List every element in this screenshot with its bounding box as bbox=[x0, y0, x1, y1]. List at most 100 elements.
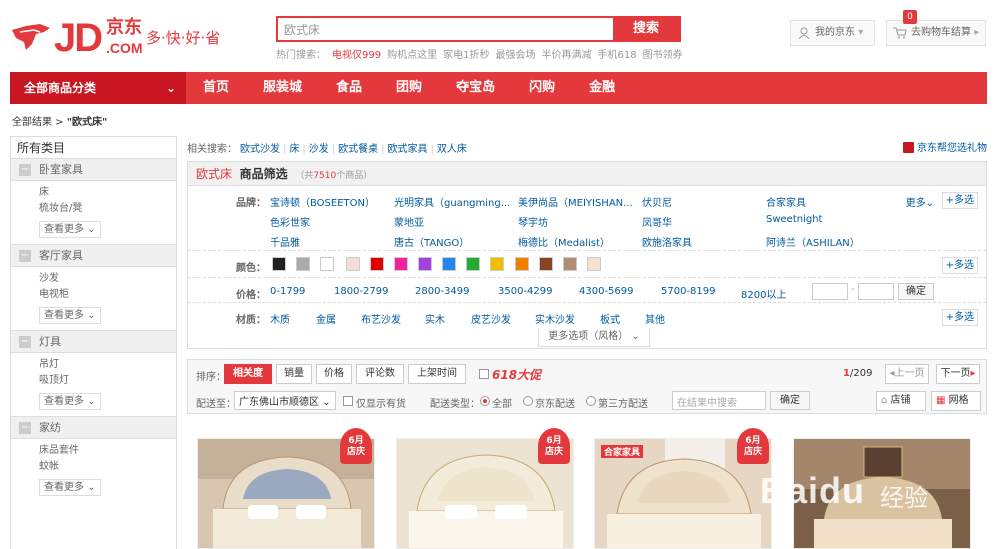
sort-sales[interactable]: 销量 bbox=[276, 364, 312, 384]
material-item[interactable]: 皮艺沙发 bbox=[471, 311, 511, 326]
sidebar-item[interactable]: 吊灯 bbox=[39, 357, 176, 373]
related-link[interactable]: 沙发 bbox=[309, 144, 329, 155]
more-options-button[interactable]: 更多选项（风格） ⌄ bbox=[538, 328, 650, 347]
promo-checkbox[interactable] bbox=[479, 369, 489, 379]
nav-item-auction[interactable]: 夺宝岛 bbox=[439, 72, 512, 104]
color-swatch[interactable] bbox=[466, 257, 480, 271]
color-swatch[interactable] bbox=[296, 257, 310, 271]
sidebar-item[interactable]: 沙发 bbox=[39, 271, 176, 287]
brand-item[interactable]: Sweetnight bbox=[766, 214, 822, 225]
view-more-button[interactable]: 查看更多 ⌄ bbox=[39, 393, 101, 410]
sort-price[interactable]: 价格 bbox=[316, 364, 352, 384]
ship-to-select[interactable]: 广东佛山市顺德区 ⌄ bbox=[234, 391, 336, 410]
nav-item-group[interactable]: 团购 bbox=[379, 72, 439, 104]
price-range[interactable]: 5700-8199 bbox=[661, 286, 716, 297]
brand-item[interactable]: 合家家具 bbox=[766, 194, 806, 209]
hot-word[interactable]: 半价再满减 bbox=[541, 50, 591, 61]
sidebar-group-header[interactable]: − 卧室家具 bbox=[11, 159, 176, 181]
brand-item[interactable]: 琴宇坊 bbox=[518, 214, 548, 229]
search-button[interactable]: 搜索 bbox=[613, 18, 679, 40]
material-item[interactable]: 实木 bbox=[425, 311, 445, 326]
sidebar-group-header[interactable]: − 客厅家具 bbox=[11, 245, 176, 267]
hot-word[interactable]: 家电1折秒 bbox=[443, 50, 489, 61]
related-link[interactable]: 欧式沙发 bbox=[240, 144, 280, 155]
nav-item-food[interactable]: 食品 bbox=[319, 72, 379, 104]
color-swatch[interactable] bbox=[442, 257, 456, 271]
breadcrumb-root[interactable]: 全部结果 bbox=[12, 117, 52, 128]
nav-item-clothing[interactable]: 服装城 bbox=[246, 72, 319, 104]
brand-item[interactable]: 色彩世家 bbox=[270, 214, 310, 229]
material-item[interactable]: 板式 bbox=[600, 311, 620, 326]
color-swatch[interactable] bbox=[418, 257, 432, 271]
brand-item[interactable]: 蒙地亚 bbox=[394, 214, 424, 229]
sidebar-group-header[interactable]: − 家纺 bbox=[11, 417, 176, 439]
price-range[interactable]: 2800-3499 bbox=[415, 286, 470, 297]
search-input[interactable] bbox=[278, 18, 613, 40]
color-swatch[interactable] bbox=[394, 257, 408, 271]
price-range[interactable]: 1800-2799 bbox=[334, 286, 389, 297]
cart-button[interactable]: 去购物车结算 ▸ bbox=[886, 20, 986, 46]
hot-word[interactable]: 最强会场 bbox=[495, 50, 535, 61]
brand-item[interactable]: 凤哥华 bbox=[642, 214, 672, 229]
color-swatch[interactable] bbox=[320, 257, 334, 271]
nav-item-home[interactable]: 首页 bbox=[186, 72, 246, 104]
color-swatch[interactable] bbox=[490, 257, 504, 271]
color-swatch[interactable] bbox=[272, 257, 286, 271]
price-range[interactable]: 0-1799 bbox=[270, 286, 305, 297]
material-item[interactable]: 木质 bbox=[270, 311, 290, 326]
nav-item-finance[interactable]: 金融 bbox=[572, 72, 632, 104]
instock-checkbox[interactable] bbox=[343, 396, 353, 406]
hot-word[interactable]: 图书领券 bbox=[643, 50, 683, 61]
material-item[interactable]: 布艺沙发 bbox=[361, 311, 401, 326]
brand-item[interactable]: 千品雅 bbox=[270, 234, 300, 249]
color-swatch[interactable] bbox=[370, 257, 384, 271]
sort-comments[interactable]: 评论数 bbox=[356, 364, 404, 384]
sort-newest[interactable]: 上架时间 bbox=[408, 364, 466, 384]
price-range[interactable]: 4300-5699 bbox=[579, 286, 634, 297]
color-swatch[interactable] bbox=[563, 257, 577, 271]
brand-item[interactable]: 梅德比（Medalist） bbox=[518, 234, 610, 249]
color-swatch[interactable] bbox=[346, 257, 360, 271]
price-min-input[interactable] bbox=[812, 283, 848, 300]
sort-relevance[interactable]: 相关度 bbox=[224, 364, 272, 384]
brand-item[interactable]: 阿诗兰（ASHILAN） bbox=[766, 234, 860, 249]
hot-word[interactable]: 购机点这里 bbox=[387, 50, 437, 61]
color-swatch[interactable] bbox=[515, 257, 529, 271]
price-ok-button[interactable]: 确定 bbox=[898, 283, 934, 300]
brand-more-button[interactable]: 更多⌄ bbox=[906, 194, 934, 209]
brand-multi-select[interactable]: +多选 bbox=[941, 192, 978, 209]
sidebar-group-header[interactable]: − 灯具 bbox=[11, 331, 176, 353]
next-page-button[interactable]: 下一页▸ bbox=[936, 364, 980, 384]
related-link[interactable]: 欧式家具 bbox=[388, 144, 428, 155]
result-search-input[interactable]: 在结果中搜索 bbox=[672, 391, 766, 410]
brand-item[interactable]: 美伊尚品（MEIYISHAN... bbox=[518, 194, 633, 209]
brand-item[interactable]: 光明家具（guangming... bbox=[394, 194, 510, 209]
sidebar-item[interactable]: 床 bbox=[39, 185, 176, 201]
sidebar-item[interactable]: 吸顶灯 bbox=[39, 373, 176, 389]
sidebar-item[interactable]: 蚊帐 bbox=[39, 459, 176, 475]
hot-word[interactable]: 电视仅999 bbox=[332, 50, 381, 61]
all-categories-button[interactable]: 全部商品分类 ⌄ bbox=[10, 72, 186, 104]
sidebar-item[interactable]: 梳妆台/凳 bbox=[39, 201, 176, 217]
related-link[interactable]: 双人床 bbox=[437, 144, 467, 155]
brand-item[interactable]: 唐古（TANGO） bbox=[394, 234, 469, 249]
nav-item-flash[interactable]: 闪购 bbox=[512, 72, 572, 104]
prev-page-button[interactable]: ◂上一页 bbox=[885, 364, 929, 384]
color-swatch[interactable] bbox=[539, 257, 553, 271]
hot-word[interactable]: 手机618 bbox=[597, 50, 636, 61]
material-item[interactable]: 其他 bbox=[645, 311, 665, 326]
material-multi-select[interactable]: +多选 bbox=[941, 309, 978, 326]
color-swatch[interactable] bbox=[587, 257, 601, 271]
result-search-ok[interactable]: 确定 bbox=[770, 391, 810, 410]
view-more-button[interactable]: 查看更多 ⌄ bbox=[39, 307, 101, 324]
price-range[interactable]: 8200以上 bbox=[741, 286, 786, 301]
view-more-button[interactable]: 查看更多 ⌄ bbox=[39, 479, 101, 496]
material-item[interactable]: 实木沙发 bbox=[535, 311, 575, 326]
my-jd-button[interactable]: 我的京东 ▾ bbox=[790, 20, 875, 46]
jd-logo[interactable]: JD 京东 .COM 多·快·好·省 bbox=[10, 12, 240, 62]
related-link[interactable]: 欧式餐桌 bbox=[338, 144, 378, 155]
gift-link[interactable]: 京东帮您选礼物 bbox=[903, 139, 987, 154]
related-link[interactable]: 床 bbox=[289, 144, 299, 155]
sidebar-item[interactable]: 床品套件 bbox=[39, 443, 176, 459]
grid-view-button[interactable]: ▦ 网格 bbox=[931, 391, 981, 411]
